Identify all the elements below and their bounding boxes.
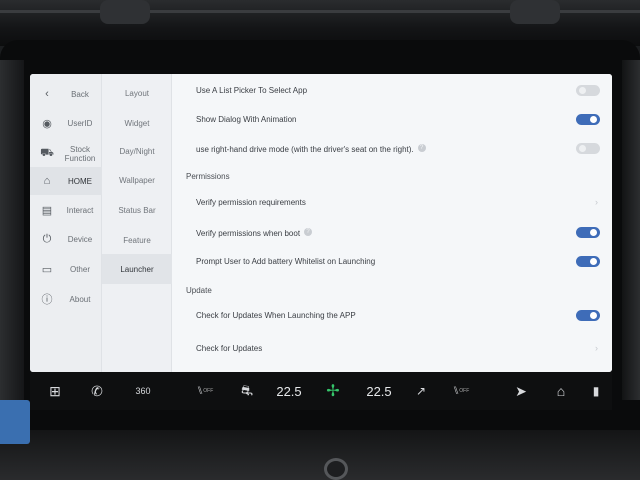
section-header-update: Update: [186, 286, 212, 295]
vent-knob: [100, 0, 150, 24]
setting-label-wrap: Verify permissions when boot?: [196, 223, 313, 241]
setting-label: Verify permissions when boot: [196, 229, 301, 238]
nav-item-label: Other: [69, 264, 90, 274]
seat-icon: ⑊: [196, 385, 204, 397]
launcher-settings-window: ‹ Back ◉ UserID ⛟ Stock Function ⌂ HOME …: [30, 74, 612, 372]
nav-item-other[interactable]: ▭ Other: [30, 255, 102, 283]
back-button[interactable]: ‹ Back: [30, 80, 102, 108]
setting-label: Prompt User to Add battery Whitelist on …: [196, 256, 376, 266]
toggle-knob: [590, 115, 597, 123]
section-header-permissions: Permissions: [186, 172, 230, 181]
setting-row-check-updates[interactable]: Check for Updates ›: [196, 338, 606, 358]
chevron-right-icon: ›: [595, 197, 598, 207]
console-knob: [324, 458, 348, 480]
seat-heat-left-button[interactable]: ⑊ OFF: [194, 380, 216, 402]
power-icon: ⏻: [42, 232, 52, 245]
seat-heat-right-state: OFF: [459, 388, 470, 394]
seat-heat-right-button[interactable]: ⑊ OFF: [450, 380, 472, 402]
nav-item-label: UserID: [67, 118, 93, 128]
toggle-knob: [579, 144, 586, 152]
user-icon: ◉: [42, 117, 52, 130]
verify-boot-toggle[interactable]: [576, 226, 600, 238]
back-label: Back: [71, 89, 89, 99]
subnav-item-feature[interactable]: Feature: [102, 225, 172, 255]
blue-sticker: [0, 400, 30, 444]
equalizer-icon[interactable]: ▮: [586, 380, 606, 402]
setting-label: Check for Updates When Launching the APP: [196, 310, 356, 320]
nav-item-interact[interactable]: ▤ Interact: [30, 196, 102, 224]
console-trim: [0, 430, 640, 480]
interact-icon: ▤: [41, 204, 53, 217]
setting-row-verify-requirements[interactable]: Verify permission requirements ›: [196, 192, 606, 212]
nav-item-label: Interact: [66, 205, 94, 215]
seat-heat-left-state: OFF: [203, 388, 214, 394]
list-picker-toggle[interactable]: [576, 84, 600, 96]
nav-item-label: HOME: [68, 176, 92, 186]
info-icon: ⓘ: [41, 294, 53, 306]
passenger-temperature[interactable]: 22.5: [364, 380, 394, 402]
toggle-knob: [579, 86, 586, 94]
help-icon[interactable]: ?: [304, 227, 313, 236]
nav-item-userid[interactable]: ◉ UserID: [30, 109, 102, 137]
battery-whitelist-toggle[interactable]: [576, 255, 600, 267]
right-hand-drive-toggle[interactable]: [576, 142, 600, 154]
setting-row-check-on-launch[interactable]: Check for Updates When Launching the APP: [196, 305, 606, 325]
setting-row-verify-boot[interactable]: Verify permissions when boot?: [196, 222, 606, 242]
app-grid-icon[interactable]: ⊞: [44, 380, 66, 402]
home-icon: ⌂: [43, 175, 51, 187]
camera-360-button[interactable]: 360: [128, 380, 158, 402]
driver-temperature[interactable]: 22.5: [274, 380, 304, 402]
nav-item-label: Device: [67, 234, 93, 244]
nav-item-home[interactable]: ⌂ HOME: [30, 167, 102, 195]
system-dock: ⊞ ✆ 360 ⑊ OFF ⛐ 22.5 ✢ 22.5 ↗ ⑊ OFF ➤ ⌂ ▮: [30, 372, 612, 410]
toggle-knob: [590, 257, 597, 265]
toggle-knob: [590, 228, 597, 236]
bezel-edge: [622, 60, 640, 400]
chevron-right-icon: ›: [595, 343, 598, 353]
subnav-item-launcher[interactable]: Launcher: [102, 254, 172, 284]
dialog-animation-toggle[interactable]: [576, 113, 600, 125]
setting-row-dialog-animation[interactable]: Show Dialog With Animation: [196, 109, 606, 129]
setting-row-right-hand-drive[interactable]: use right-hand drive mode (with the driv…: [196, 138, 606, 158]
nav-item-device[interactable]: ⏻ Device: [30, 225, 102, 253]
secondary-nav: Layout Widget Day/Night Wallpaper Status…: [102, 74, 172, 372]
nav-item-label: Stock Function: [64, 145, 96, 163]
car-icon: ⛟: [40, 147, 54, 159]
launcher-settings-panel: Use A List Picker To Select App Show Dia…: [172, 74, 612, 372]
setting-label-wrap: use right-hand drive mode (with the driv…: [196, 139, 426, 157]
vent-knob: [510, 0, 560, 24]
subnav-item-wallpaper[interactable]: Wallpaper: [102, 165, 172, 195]
setting-row-battery-whitelist[interactable]: Prompt User to Add battery Whitelist on …: [196, 251, 606, 271]
subnav-item-layout[interactable]: Layout: [102, 78, 172, 108]
setting-label: Show Dialog With Animation: [196, 114, 297, 124]
setting-label: Check for Updates: [196, 343, 263, 353]
nav-item-about[interactable]: ⓘ About: [30, 285, 102, 313]
toggle-knob: [590, 311, 597, 319]
fan-icon[interactable]: ✢: [322, 380, 344, 402]
primary-nav: ‹ Back ◉ UserID ⛟ Stock Function ⌂ HOME …: [30, 74, 102, 372]
chevron-left-icon: ‹: [45, 88, 49, 100]
nav-item-stock-function[interactable]: ⛟ Stock Function: [30, 137, 102, 171]
driver-temperature-value: 22.5: [276, 383, 302, 399]
nav-item-label: About: [69, 294, 91, 304]
check-on-launch-toggle[interactable]: [576, 309, 600, 321]
help-icon[interactable]: ?: [417, 143, 426, 152]
camera-360-label: 360: [135, 386, 151, 396]
phone-icon[interactable]: ✆: [86, 380, 108, 402]
subnav-item-widget[interactable]: Widget: [102, 108, 172, 138]
bezel-edge: [0, 60, 24, 400]
passenger-temperature-value: 22.5: [366, 383, 392, 399]
navigation-icon[interactable]: ➤: [510, 380, 532, 402]
setting-label: Use A List Picker To Select App: [196, 85, 308, 95]
setting-label: Verify permission requirements: [196, 197, 306, 207]
subnav-item-status-bar[interactable]: Status Bar: [102, 195, 172, 225]
setting-label: use right-hand drive mode (with the driv…: [196, 145, 414, 154]
airflow-icon[interactable]: ↗: [410, 380, 432, 402]
vehicle-icon[interactable]: ⌂: [550, 380, 572, 402]
car-recirc-icon[interactable]: ⛐: [234, 380, 260, 402]
subnav-item-day-night[interactable]: Day/Night: [102, 136, 172, 166]
box-icon: ▭: [41, 263, 53, 276]
seat-icon: ⑊: [452, 385, 460, 397]
setting-row-list-picker[interactable]: Use A List Picker To Select App: [196, 80, 606, 100]
